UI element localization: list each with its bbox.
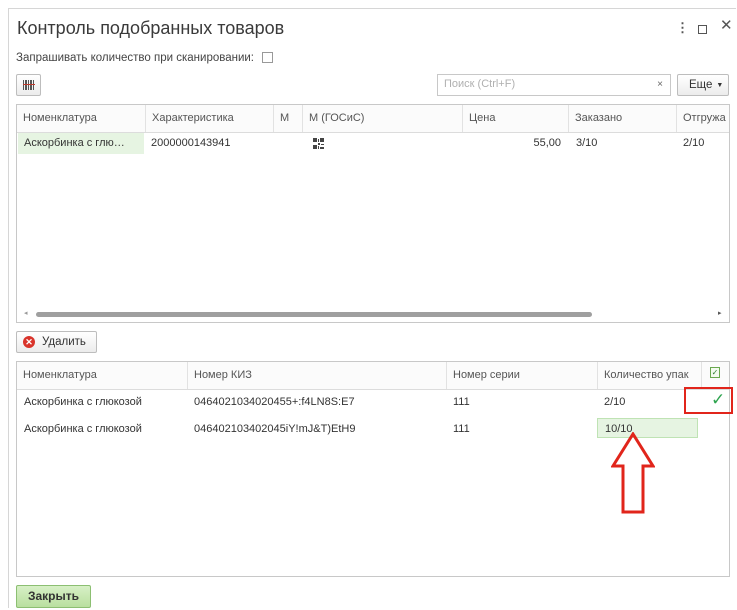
chevron-down-icon: ▼ — [716, 82, 724, 89]
search-input[interactable]: Поиск (Ctrl+F) — [437, 74, 651, 96]
close-icon[interactable]: ✕ — [720, 18, 733, 34]
more-button[interactable]: Еще ▼ — [677, 74, 729, 96]
arrow-up-icon — [611, 432, 655, 514]
column-header[interactable]: Характеристика — [145, 105, 273, 132]
column-header[interactable]: Номер серии — [446, 362, 597, 389]
column-header[interactable]: Номенклатура — [17, 105, 145, 132]
delete-circle-icon: ✕ — [23, 336, 35, 348]
scrollbar-thumb[interactable] — [36, 312, 592, 317]
column-header[interactable]: Заказано — [568, 105, 676, 132]
barcode-scan-icon — [23, 80, 35, 90]
cell-name[interactable]: Аскорбинка с глюкозой — [24, 396, 142, 408]
cell-name[interactable]: Аскорбинка с глюкозой — [24, 423, 142, 435]
column-header[interactable]: Количество упак — [597, 362, 701, 389]
checkmark-icon[interactable]: ✓ — [711, 390, 725, 410]
scan-button[interactable] — [16, 74, 41, 96]
more-vertical-icon[interactable]: ⋮ — [676, 20, 689, 36]
goods-table: Номенклатура Характеристика М М (ГОСиС) … — [16, 104, 730, 323]
cell-series[interactable]: 111 — [453, 423, 470, 435]
delete-label: Удалить — [42, 336, 86, 348]
horizontal-scrollbar[interactable]: ◂ ▸ — [18, 309, 728, 320]
column-header[interactable]: М — [273, 105, 302, 132]
column-header[interactable]: Отгружа — [676, 105, 729, 132]
column-header[interactable]: Цена — [462, 105, 568, 132]
ask-quantity-label: Запрашивать количество при сканировании: — [16, 52, 255, 64]
cell-ordered[interactable]: 3/10 — [576, 133, 597, 154]
goods-table-header: Номенклатура Характеристика М М (ГОСиС) … — [17, 105, 729, 133]
cell-series[interactable]: 111 — [453, 396, 470, 408]
scroll-left-icon[interactable]: ◂ — [24, 309, 28, 317]
delete-button[interactable]: ✕ Удалить — [16, 331, 97, 353]
cell-shipped[interactable]: 2/10 — [683, 133, 704, 154]
search-clear-button[interactable]: × — [650, 74, 671, 96]
kiz-table-header: Номенклатура Номер КИЗ Номер серии Колич… — [17, 362, 729, 390]
cell-qty[interactable]: 2/10 — [604, 396, 625, 408]
cell-price[interactable]: 55,00 — [462, 133, 561, 154]
qr-code-icon — [313, 138, 324, 149]
maximize-icon[interactable] — [698, 25, 707, 34]
column-header[interactable]: Номенклатура — [17, 362, 187, 389]
cell-kiz[interactable]: 046402103402045iY!mJ&T)EtH9 — [194, 423, 355, 435]
cell-name[interactable]: Аскорбинка с глю… — [18, 133, 144, 154]
window-title: Контроль подобранных товаров — [17, 18, 285, 38]
column-header[interactable]: Номер КИЗ — [187, 362, 446, 389]
ask-quantity-checkbox[interactable] — [262, 52, 273, 63]
cell-characteristic[interactable]: 2000000143941 — [151, 133, 231, 154]
close-button[interactable]: Закрыть — [16, 585, 91, 608]
more-label: Еще — [689, 79, 713, 91]
scroll-right-icon[interactable]: ▸ — [718, 309, 722, 317]
highlight-box: ✓ — [684, 387, 733, 414]
cell-kiz[interactable]: 0464021034020455+:f4LN8S:E7 — [194, 396, 355, 408]
checkbox-checked-icon[interactable]: ✓ — [710, 367, 720, 378]
column-header[interactable]: М (ГОСиС) — [302, 105, 462, 132]
